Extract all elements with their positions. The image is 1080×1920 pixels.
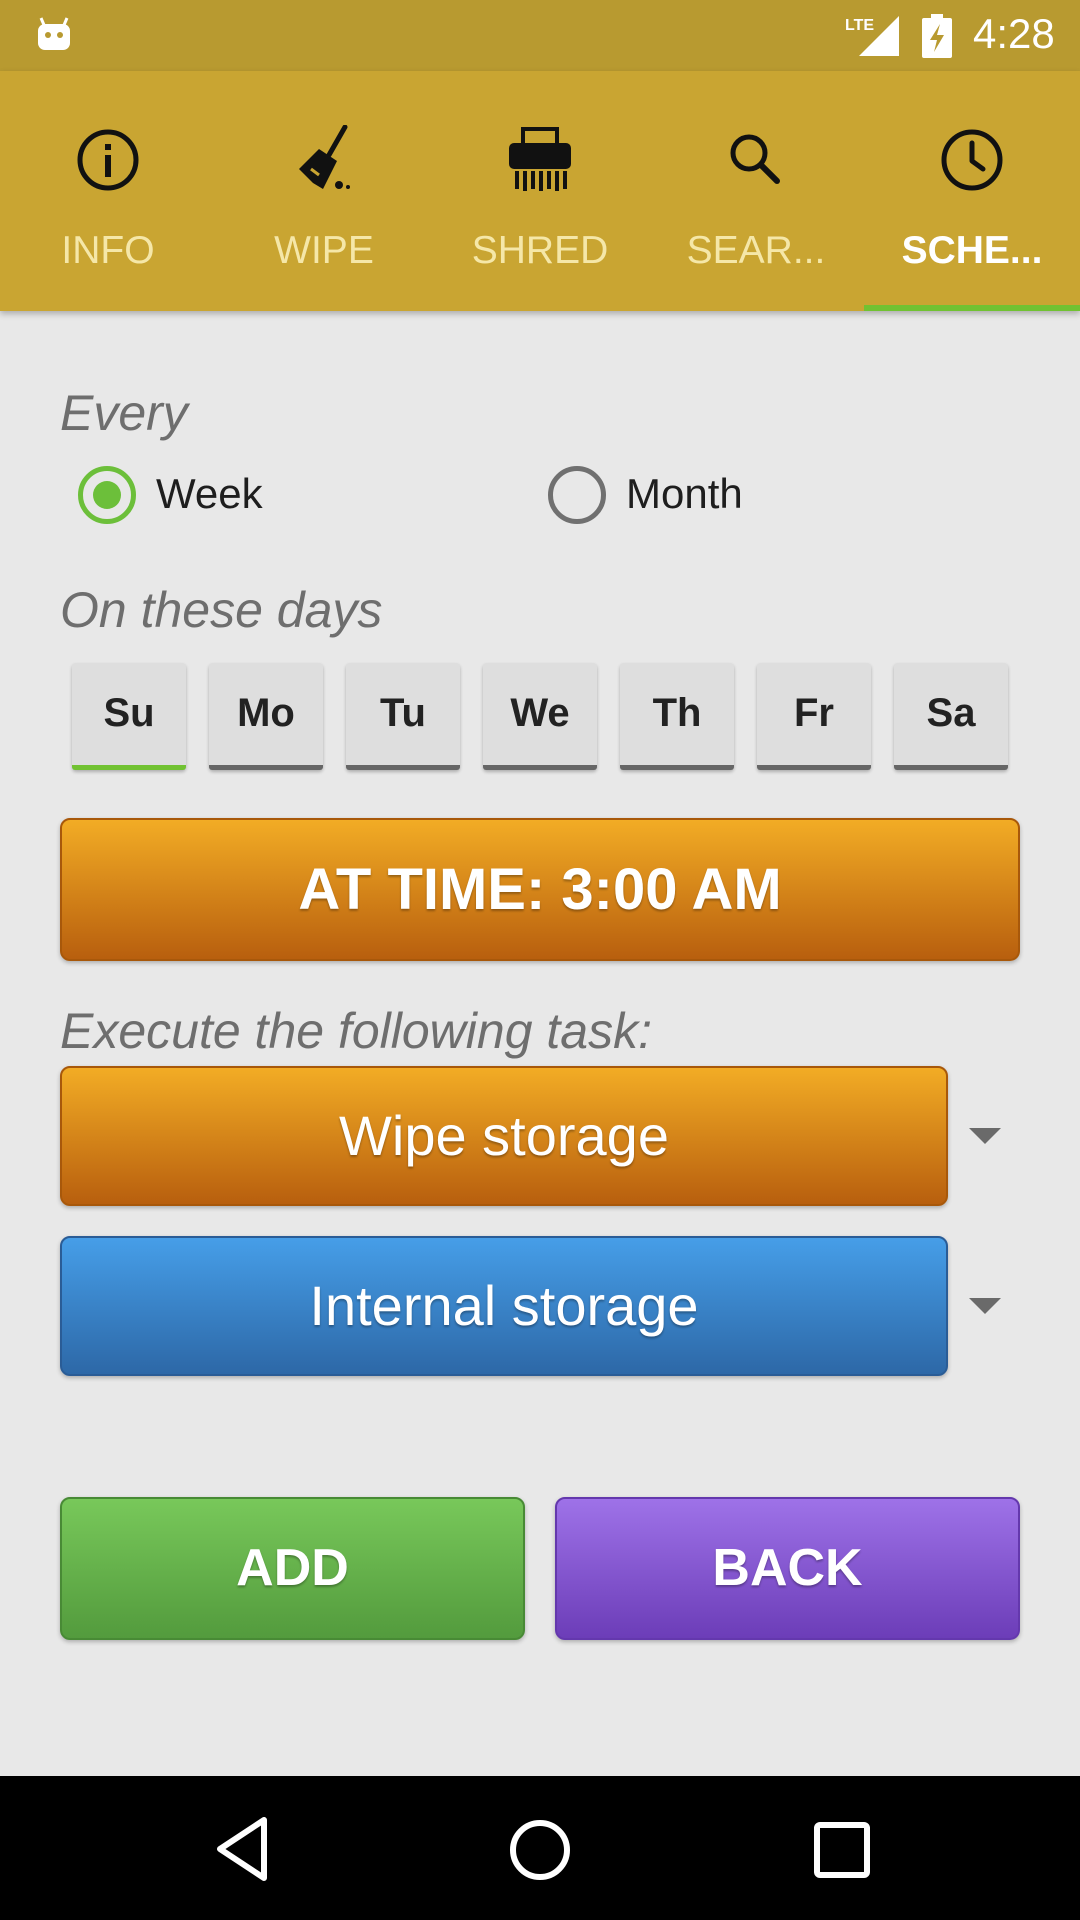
tab-shred-label: SHRED bbox=[471, 229, 609, 272]
day-indicator bbox=[620, 765, 734, 770]
tab-info[interactable]: INFO bbox=[0, 71, 216, 311]
info-icon bbox=[77, 129, 139, 191]
day-toggle-thursday[interactable]: Th bbox=[620, 663, 734, 770]
tab-bar: INFO WIPE SHRED SEAR... SCHE... bbox=[0, 71, 1080, 311]
day-toggle-wednesday[interactable]: We bbox=[483, 663, 597, 770]
tab-info-label: INFO bbox=[61, 229, 155, 272]
clock-icon bbox=[941, 129, 1003, 191]
tab-search[interactable]: SEAR... bbox=[648, 71, 864, 311]
task-select[interactable]: Wipe storage bbox=[60, 1066, 948, 1206]
tab-schedule-label: SCHE... bbox=[901, 229, 1043, 272]
task-label: Execute the following task: bbox=[60, 1003, 652, 1059]
add-button[interactable]: ADD bbox=[60, 1497, 525, 1640]
day-toggle-sunday[interactable]: Su bbox=[72, 663, 186, 770]
day-indicator bbox=[346, 765, 460, 770]
every-label: Every bbox=[60, 385, 188, 441]
lte-signal-icon: LTE bbox=[845, 16, 899, 56]
radio-week-indicator[interactable] bbox=[78, 466, 136, 524]
day-label: Mo bbox=[237, 691, 295, 735]
time-picker-button[interactable]: AT TIME: 3:00 AM bbox=[60, 818, 1020, 961]
status-bar: LTE 4:28 bbox=[0, 0, 1080, 71]
task-dropdown-arrow-icon[interactable] bbox=[969, 1128, 1001, 1144]
day-label: Su bbox=[103, 691, 155, 735]
android-notification-icon bbox=[38, 17, 70, 50]
status-time: 4:28 bbox=[973, 10, 1055, 57]
nav-recents-icon[interactable] bbox=[812, 1820, 872, 1880]
storage-select[interactable]: Internal storage bbox=[60, 1236, 948, 1376]
day-indicator bbox=[209, 765, 323, 770]
system-navigation-bar bbox=[0, 1776, 1080, 1920]
back-button[interactable]: BACK bbox=[555, 1497, 1020, 1640]
lte-label: LTE bbox=[845, 17, 874, 34]
day-selected-indicator bbox=[72, 765, 186, 770]
tab-wipe-label: WIPE bbox=[274, 229, 374, 272]
days-label: On these days bbox=[60, 582, 383, 638]
storage-dropdown-arrow-icon[interactable] bbox=[969, 1298, 1001, 1314]
nav-home-icon[interactable] bbox=[508, 1818, 572, 1882]
day-indicator bbox=[757, 765, 871, 770]
tab-shred[interactable]: SHRED bbox=[432, 71, 648, 311]
day-label: Fr bbox=[794, 691, 834, 735]
day-indicator bbox=[894, 765, 1008, 770]
radio-month-label[interactable]: Month bbox=[626, 470, 743, 518]
day-toggle-friday[interactable]: Fr bbox=[757, 663, 871, 770]
shredder-icon bbox=[509, 127, 571, 191]
broom-icon bbox=[299, 125, 350, 189]
day-label: Th bbox=[652, 691, 702, 735]
day-label: Sa bbox=[926, 691, 976, 735]
active-tab-indicator bbox=[864, 305, 1080, 311]
tab-wipe[interactable]: WIPE bbox=[216, 71, 432, 311]
battery-charging-icon bbox=[922, 14, 952, 58]
radio-month-indicator[interactable] bbox=[548, 466, 606, 524]
tab-search-label: SEAR... bbox=[686, 229, 826, 272]
day-indicator bbox=[483, 765, 597, 770]
radio-week-label[interactable]: Week bbox=[156, 470, 263, 518]
day-toggle-tuesday[interactable]: Tu bbox=[346, 663, 460, 770]
day-label: We bbox=[510, 691, 570, 735]
day-toggle-saturday[interactable]: Sa bbox=[894, 663, 1008, 770]
nav-back-icon[interactable] bbox=[212, 1814, 272, 1884]
day-label: Tu bbox=[380, 691, 426, 735]
tab-schedule[interactable]: SCHE... bbox=[864, 71, 1080, 311]
day-toggle-monday[interactable]: Mo bbox=[209, 663, 323, 770]
search-icon bbox=[730, 134, 780, 184]
